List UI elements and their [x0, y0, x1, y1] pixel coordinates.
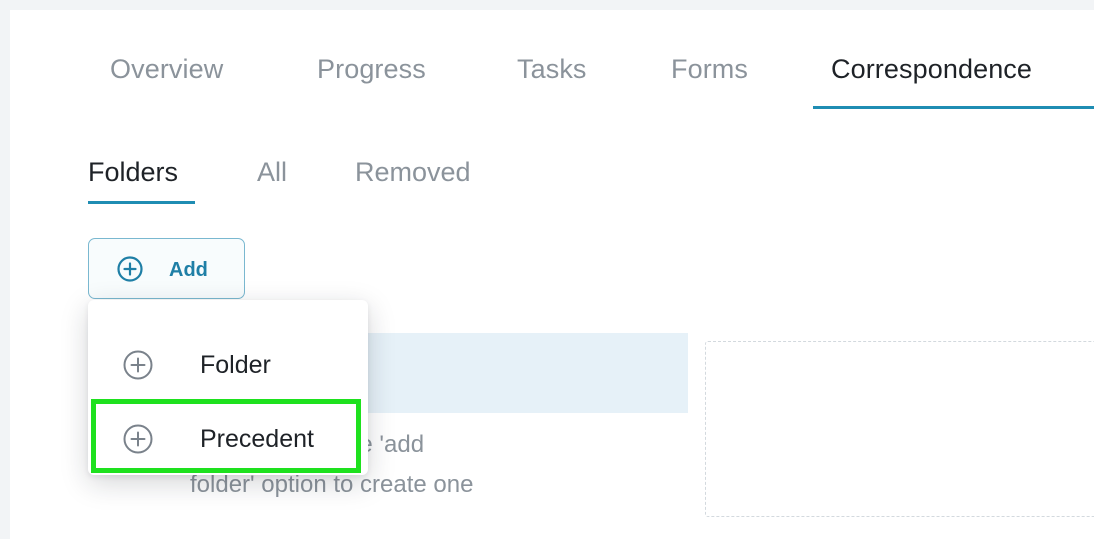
main-tab-bar: Overview Progress Tasks Forms Correspond…: [10, 10, 1094, 110]
tab-tasks[interactable]: Tasks: [517, 54, 587, 85]
menu-item-label: Folder: [200, 351, 271, 379]
plus-circle-icon: [123, 424, 153, 454]
content-drop-zone: [705, 341, 1094, 517]
tab-overview[interactable]: Overview: [110, 54, 223, 85]
menu-item-label: Precedent: [200, 425, 314, 453]
plus-circle-icon: [123, 350, 153, 380]
menu-item-folder[interactable]: Folder: [88, 335, 368, 395]
correspondence-page: Overview Progress Tasks Forms Correspond…: [10, 10, 1094, 539]
tab-correspondence[interactable]: Correspondence: [831, 54, 1032, 85]
add-dropdown-menu: Folder Precedent: [88, 300, 368, 475]
subtab-all[interactable]: All: [257, 157, 287, 188]
menu-item-precedent[interactable]: Precedent: [88, 409, 368, 469]
active-subtab-indicator: [88, 201, 195, 204]
active-tab-indicator: [813, 106, 1094, 109]
subtab-removed[interactable]: Removed: [355, 157, 471, 188]
plus-circle-icon: [117, 256, 143, 282]
tab-progress[interactable]: Progress: [317, 54, 426, 85]
tab-forms[interactable]: Forms: [671, 54, 748, 85]
add-button[interactable]: Add: [88, 238, 245, 299]
subtab-folders[interactable]: Folders: [88, 157, 178, 188]
add-button-label: Add: [169, 259, 208, 281]
